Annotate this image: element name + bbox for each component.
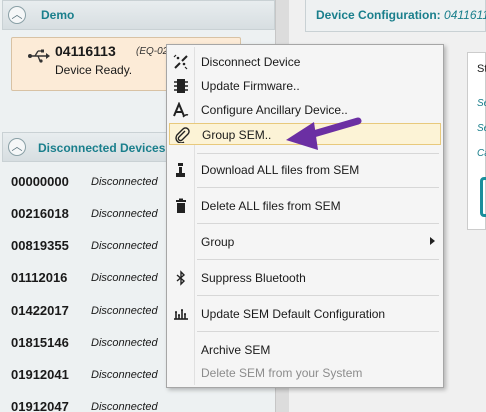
menu-item-label: Disconnect Device: [201, 55, 301, 69]
device-id: 01912041: [11, 367, 69, 382]
device-id: 00000000: [11, 174, 69, 189]
device-id: 00819355: [11, 238, 69, 253]
status-title: St: [477, 63, 486, 75]
chevron-up-icon[interactable]: ︿: [8, 138, 26, 156]
menu-item-disconnect-device[interactable]: Disconnect Device: [169, 51, 441, 73]
chevron-up-icon[interactable]: ︿: [8, 6, 26, 24]
paperclip-icon: [174, 127, 190, 143]
firmware-icon: [173, 78, 189, 94]
menu-item-label: Suppress Bluetooth: [201, 271, 306, 285]
menu-item-label: Download ALL files from SEM: [201, 163, 360, 177]
menu-item-delete-sem: Delete SEM from your System: [169, 362, 441, 384]
status-panel: St Se Se Ca: [467, 52, 486, 230]
menu-separator: [197, 295, 439, 296]
connected-device-status: Device Ready.: [55, 63, 133, 77]
device-id: 01112016: [11, 270, 68, 285]
menu-item-label: Update SEM Default Configuration: [201, 307, 386, 321]
config-device-id: 0411611: [444, 8, 486, 22]
status-line: Ca: [477, 148, 486, 159]
menu-item-label: Group: [201, 235, 235, 249]
demo-section-header[interactable]: ︿ Demo: [2, 0, 275, 30]
device-id: 01912047: [11, 399, 69, 412]
device-status: Disconnected: [91, 240, 158, 252]
menu-item-label: Delete SEM from your System: [201, 366, 363, 380]
status-line: Se: [477, 123, 486, 134]
menu-item-update-firmware[interactable]: Update Firmware..: [169, 75, 441, 97]
disconnect-icon: [173, 54, 189, 70]
device-status: Disconnected: [91, 272, 158, 284]
menu-separator: [197, 223, 439, 224]
bluetooth-icon: [173, 270, 189, 286]
device-id: 01422017: [11, 303, 69, 318]
demo-section-title: Demo: [41, 8, 75, 22]
device-status: Disconnected: [91, 305, 158, 317]
menu-separator: [197, 259, 439, 260]
menu-item-update-sem-default-configuration[interactable]: Update SEM Default Configuration: [169, 303, 441, 325]
annotation-arrow-icon: [286, 117, 362, 150]
menu-item-label: Delete ALL files from SEM: [201, 199, 341, 213]
device-status: Disconnected: [91, 208, 158, 220]
download-icon: [173, 162, 189, 178]
menu-item-group[interactable]: Group: [169, 231, 441, 253]
device-configuration-title: Device Configuration: 0411611: [316, 8, 486, 22]
menu-item-archive-sem[interactable]: Archive SEM: [169, 339, 441, 361]
menu-item-download-all-files[interactable]: Download ALL files from SEM: [169, 159, 441, 181]
disconnected-section-title: Disconnected Devices: [38, 141, 166, 155]
menu-item-label: Archive SEM: [201, 343, 271, 357]
menu-item-label: Group SEM..: [202, 128, 272, 142]
status-action-button[interactable]: [480, 177, 486, 217]
device-configuration-header: Device Configuration: 0411611: [305, 0, 486, 32]
ancillary-icon: [173, 102, 189, 118]
menu-item-label: Update Firmware..: [201, 79, 300, 93]
submenu-arrow-icon: [430, 237, 435, 245]
device-id: 00216018: [11, 206, 69, 221]
device-status: Disconnected: [91, 176, 158, 188]
usb-icon: [28, 49, 50, 63]
menu-separator: [197, 187, 439, 188]
device-context-menu: Disconnect Device Update Firmware.. Conf…: [166, 44, 444, 388]
device-status: Disconnected: [91, 337, 158, 349]
menu-item-suppress-bluetooth[interactable]: Suppress Bluetooth: [169, 267, 441, 289]
config-icon: [173, 306, 189, 322]
menu-separator: [197, 331, 439, 332]
device-id: 01815146: [11, 335, 69, 350]
connected-device-id: 04116113: [55, 43, 116, 59]
config-label: Device Configuration:: [316, 8, 445, 22]
menu-item-delete-all-files[interactable]: Delete ALL files from SEM: [169, 195, 441, 217]
trash-icon: [173, 198, 189, 214]
status-line: Se: [477, 98, 486, 109]
device-status: Disconnected: [91, 369, 158, 381]
device-status: Disconnected: [91, 401, 158, 412]
